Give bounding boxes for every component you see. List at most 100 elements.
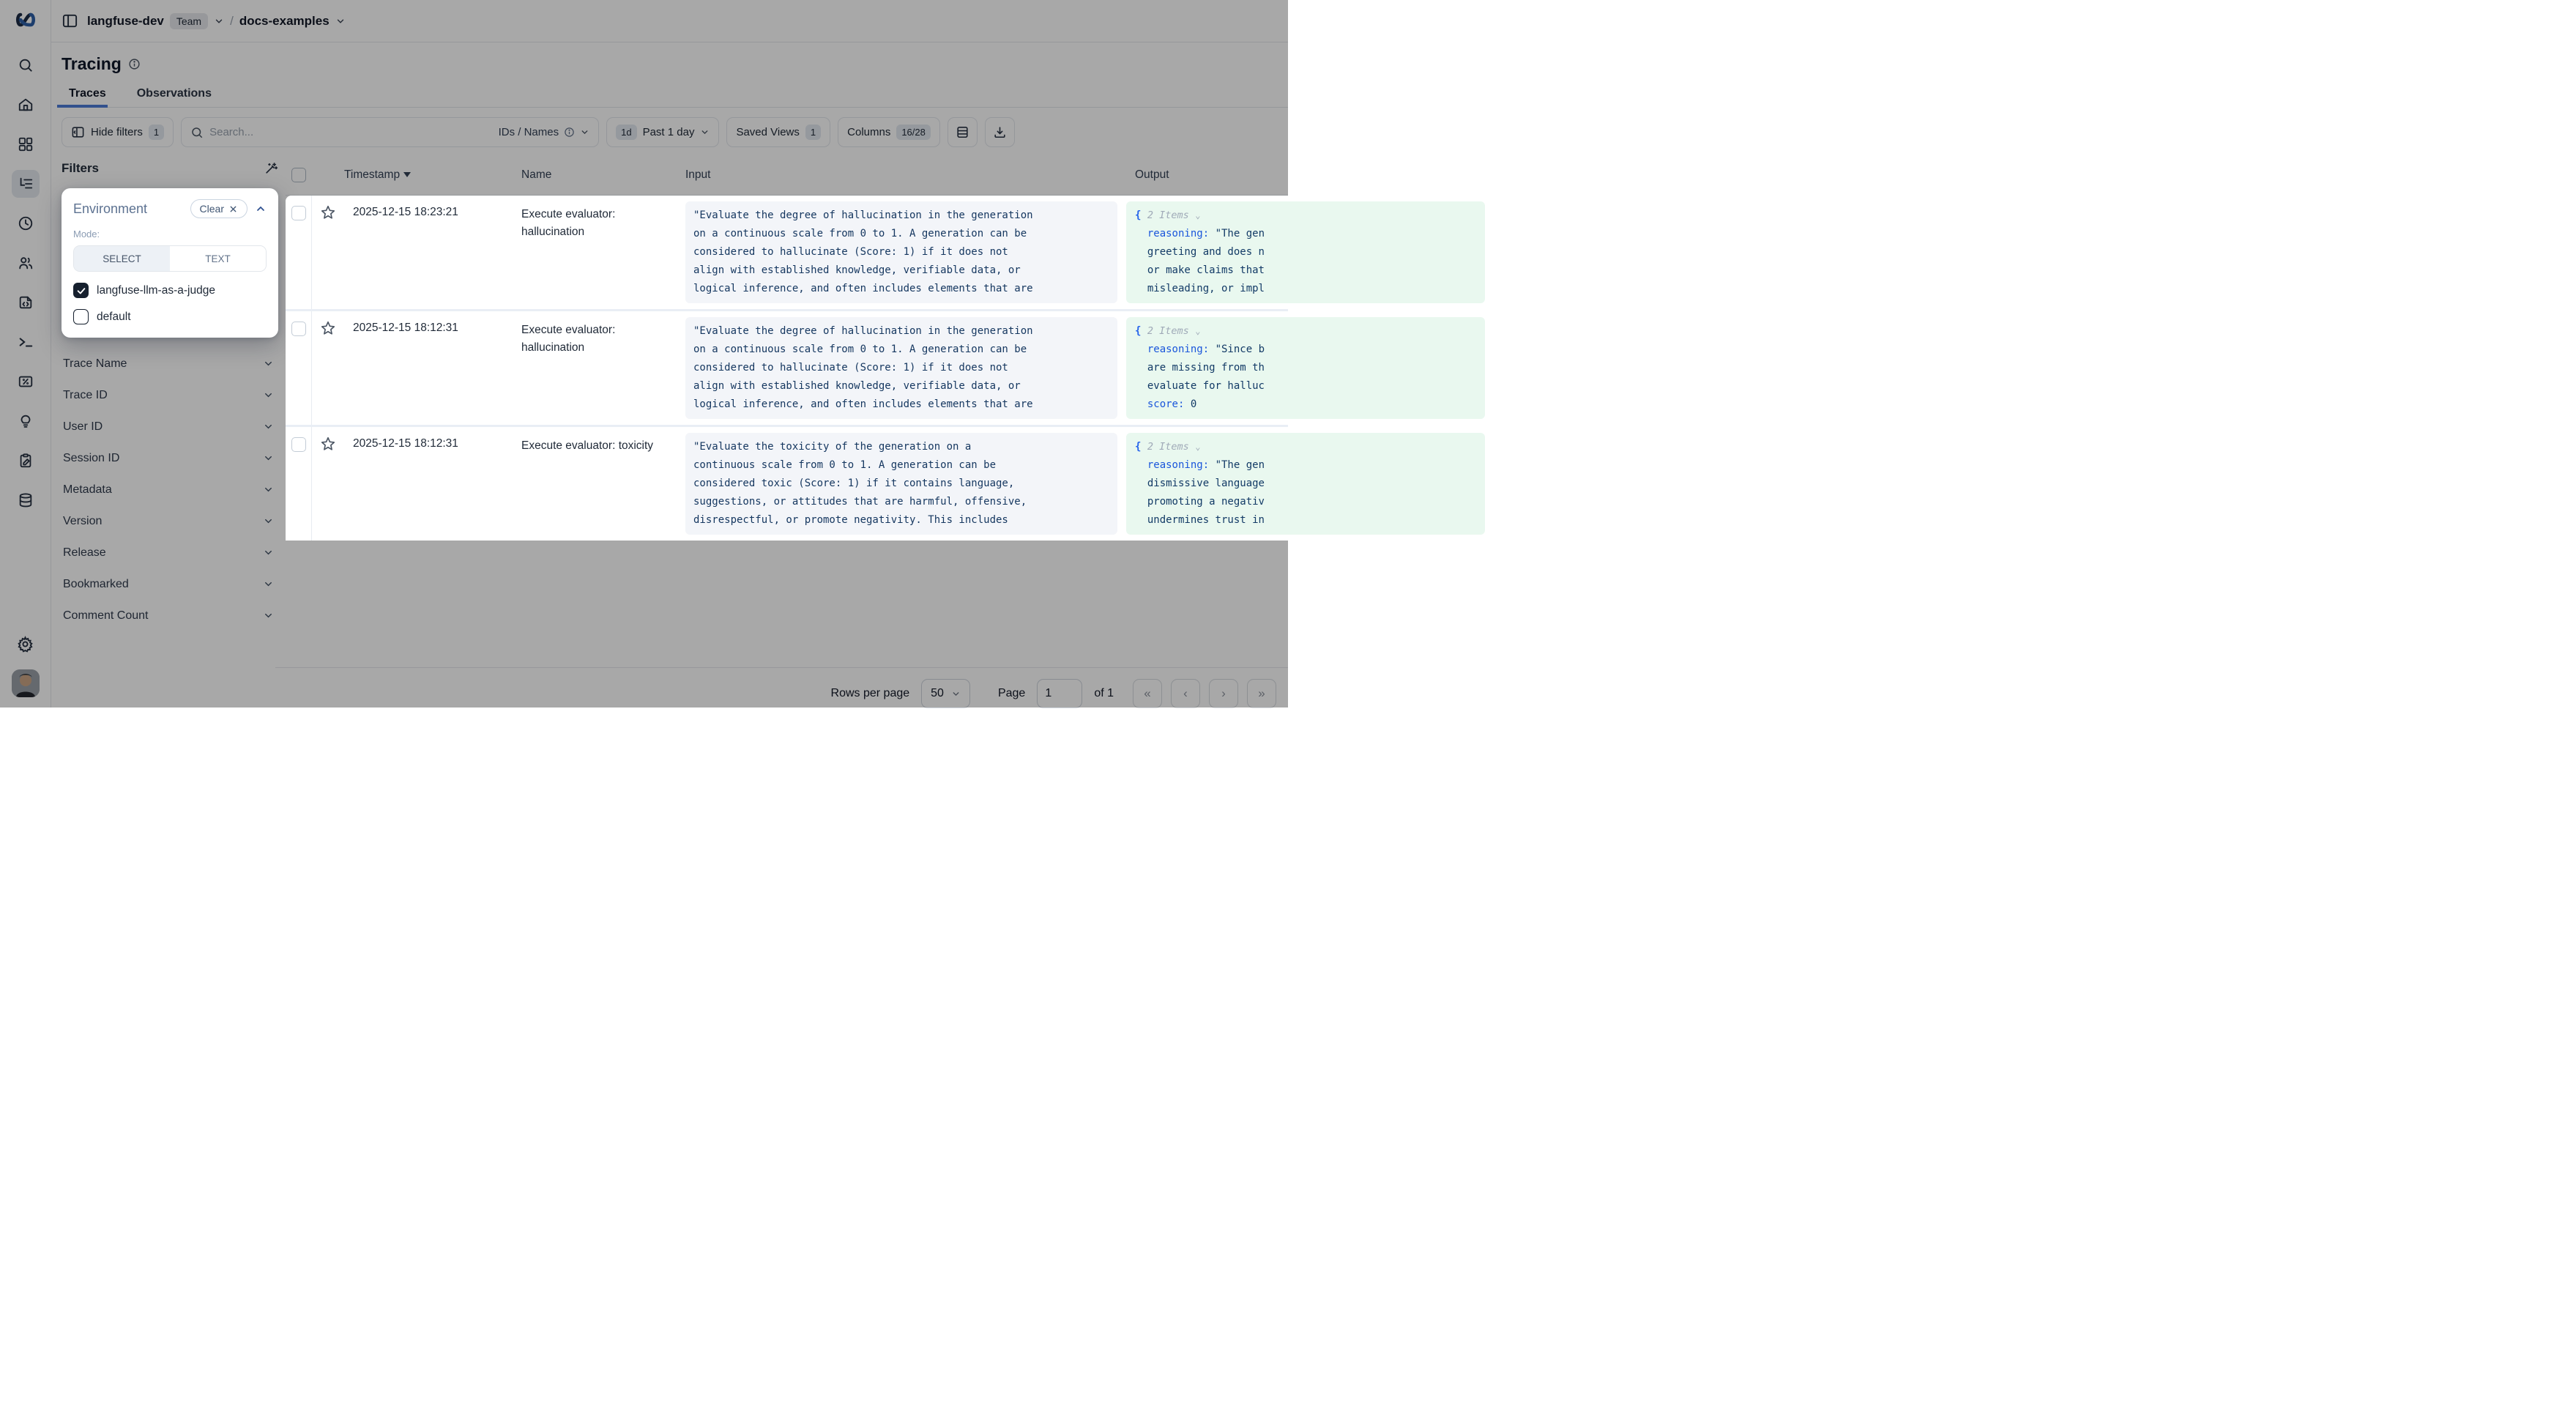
page-of-label: of 1 bbox=[1094, 687, 1114, 700]
row-input-cell[interactable]: "Evaluate the degree of hallucination in… bbox=[675, 196, 1126, 309]
ai-wand-icon[interactable] bbox=[264, 161, 278, 176]
home-icon[interactable] bbox=[12, 91, 40, 119]
search-scope-label[interactable]: IDs / Names bbox=[499, 126, 559, 138]
saved-views-button[interactable]: Saved Views 1 bbox=[726, 117, 830, 147]
tab-bar: Traces Observations bbox=[62, 84, 1288, 108]
row-height-button[interactable] bbox=[948, 117, 978, 147]
tab-observations[interactable]: Observations bbox=[131, 84, 217, 107]
info-icon[interactable] bbox=[128, 58, 141, 70]
page-number-input[interactable] bbox=[1037, 679, 1082, 708]
table-toolbar: Hide filters 1 IDs / Names bbox=[62, 117, 1288, 147]
environment-option-row[interactable]: langfuse-llm-as-a-judge bbox=[73, 283, 267, 298]
row-output-cell[interactable]: { 2 Items ⌄ reasoning: "Since b are miss… bbox=[1126, 311, 1485, 425]
bookmark-star-icon[interactable] bbox=[312, 196, 344, 309]
column-header-input[interactable]: Input bbox=[675, 168, 1126, 182]
environment-option-label: langfuse-llm-as-a-judge bbox=[97, 284, 215, 297]
column-header-name[interactable]: Name bbox=[513, 168, 675, 182]
table-row[interactable]: 2025-12-15 18:12:31 Execute evaluator: h… bbox=[286, 311, 1288, 425]
traces-table: Timestamp Name Input Output 2025-12-15 1… bbox=[286, 155, 1288, 541]
settings-gear-icon[interactable] bbox=[12, 630, 40, 658]
filter-section-version[interactable]: Version bbox=[62, 505, 278, 537]
row-timestamp: 2025-12-15 18:23:21 bbox=[344, 196, 513, 309]
filter-section-metadata[interactable]: Metadata bbox=[62, 474, 278, 505]
filter-section-user-id[interactable]: User ID bbox=[62, 411, 278, 442]
page-title: Tracing bbox=[62, 54, 122, 74]
last-page-button[interactable]: » bbox=[1247, 679, 1276, 708]
environment-option-row[interactable]: default bbox=[73, 309, 267, 324]
date-range-chip: 1d bbox=[616, 125, 636, 140]
row-checkbox[interactable] bbox=[291, 206, 306, 220]
rows-per-page-label: Rows per page bbox=[831, 687, 910, 700]
users-icon[interactable] bbox=[12, 249, 40, 277]
first-page-button[interactable]: « bbox=[1133, 679, 1162, 708]
filter-section-release[interactable]: Release bbox=[62, 537, 278, 568]
breadcrumb-separator: / bbox=[230, 14, 234, 29]
search-icon bbox=[190, 126, 204, 139]
table-row[interactable]: 2025-12-15 18:23:21 Execute evaluator: h… bbox=[286, 196, 1288, 309]
environment-name[interactable]: docs-examples bbox=[239, 14, 330, 29]
tracing-icon[interactable] bbox=[12, 170, 40, 198]
row-checkbox[interactable] bbox=[291, 437, 306, 452]
datasets-database-icon[interactable] bbox=[12, 486, 40, 514]
clear-filter-button[interactable]: Clear bbox=[190, 199, 247, 218]
filter-section-bookmarked[interactable]: Bookmarked bbox=[62, 568, 278, 600]
row-output-cell[interactable]: { 2 Items ⌄ reasoning: "The gen dismissi… bbox=[1126, 427, 1485, 541]
project-name[interactable]: langfuse-dev bbox=[87, 14, 164, 29]
row-output-cell[interactable]: { 2 Items ⌄ reasoning: "The gen greeting… bbox=[1126, 196, 1485, 309]
bookmark-star-icon[interactable] bbox=[312, 311, 344, 425]
row-timestamp: 2025-12-15 18:12:31 bbox=[344, 311, 513, 425]
columns-button[interactable]: Columns 16/28 bbox=[838, 117, 940, 147]
scores-icon[interactable] bbox=[12, 368, 40, 395]
info-icon bbox=[564, 127, 575, 138]
filter-section-trace-id[interactable]: Trace ID bbox=[62, 379, 278, 411]
row-checkbox[interactable] bbox=[291, 322, 306, 336]
hide-filters-button[interactable]: Hide filters 1 bbox=[62, 117, 174, 147]
tab-traces[interactable]: Traces bbox=[63, 84, 112, 107]
chevron-down-icon bbox=[580, 127, 589, 137]
sessions-clock-icon[interactable] bbox=[12, 209, 40, 237]
sort-desc-icon bbox=[403, 172, 411, 177]
export-download-button[interactable] bbox=[985, 117, 1015, 147]
mode-label: Mode: bbox=[73, 229, 267, 239]
filter-section-comment-count[interactable]: Comment Count bbox=[62, 600, 278, 631]
next-page-button[interactable]: › bbox=[1209, 679, 1238, 708]
mode-select-option[interactable]: SELECT bbox=[74, 246, 170, 271]
annotation-clipboard-pen-icon[interactable] bbox=[12, 447, 40, 475]
collapse-chevron-up-icon[interactable] bbox=[255, 203, 267, 215]
column-header-timestamp[interactable]: Timestamp bbox=[344, 168, 513, 182]
column-header-output[interactable]: Output bbox=[1126, 168, 1288, 182]
row-name: Execute evaluator: hallucination bbox=[513, 311, 675, 425]
chevron-down-icon bbox=[700, 127, 710, 137]
select-all-checkbox[interactable] bbox=[291, 168, 306, 182]
evals-lightbulb-icon[interactable] bbox=[12, 407, 40, 435]
dashboard-icon[interactable] bbox=[12, 130, 40, 158]
org-badge: Team bbox=[170, 13, 208, 29]
filter-section-trace-name[interactable]: Trace Name bbox=[62, 348, 278, 379]
table-row[interactable]: 2025-12-15 18:12:31 Execute evaluator: t… bbox=[286, 427, 1288, 541]
previous-page-button[interactable]: ‹ bbox=[1171, 679, 1200, 708]
checkbox-unchecked-icon[interactable] bbox=[73, 309, 89, 324]
langfuse-logo-icon bbox=[15, 10, 37, 29]
prompts-file-code-icon[interactable] bbox=[12, 289, 40, 316]
checkbox-checked-icon[interactable] bbox=[73, 283, 89, 298]
date-range-button[interactable]: 1d Past 1 day bbox=[606, 117, 719, 147]
playground-terminal-icon[interactable] bbox=[12, 328, 40, 356]
row-timestamp: 2025-12-15 18:12:31 bbox=[344, 427, 513, 541]
rows-per-page-select[interactable]: 50 bbox=[921, 679, 970, 708]
environment-chevron-down-icon[interactable] bbox=[335, 16, 346, 26]
search-input[interactable] bbox=[209, 126, 492, 138]
sidebar-toggle-icon[interactable] bbox=[62, 12, 78, 29]
row-input-cell[interactable]: "Evaluate the toxicity of the generation… bbox=[675, 427, 1126, 541]
mode-text-option[interactable]: TEXT bbox=[170, 246, 266, 271]
search-box[interactable]: IDs / Names bbox=[181, 117, 599, 147]
icon-rail bbox=[0, 0, 51, 708]
row-input-cell[interactable]: "Evaluate the degree of hallucination in… bbox=[675, 311, 1126, 425]
filter-section-session-id[interactable]: Session ID bbox=[62, 442, 278, 474]
row-name: Execute evaluator: hallucination bbox=[513, 196, 675, 309]
search-icon[interactable] bbox=[12, 51, 40, 79]
project-chevron-down-icon[interactable] bbox=[214, 16, 224, 26]
bookmark-star-icon[interactable] bbox=[312, 427, 344, 541]
user-avatar[interactable] bbox=[12, 669, 40, 697]
table-header-row: Timestamp Name Input Output bbox=[286, 155, 1288, 196]
pagination-bar: Rows per page 50 Page of 1 « ‹ › » bbox=[275, 667, 1288, 719]
